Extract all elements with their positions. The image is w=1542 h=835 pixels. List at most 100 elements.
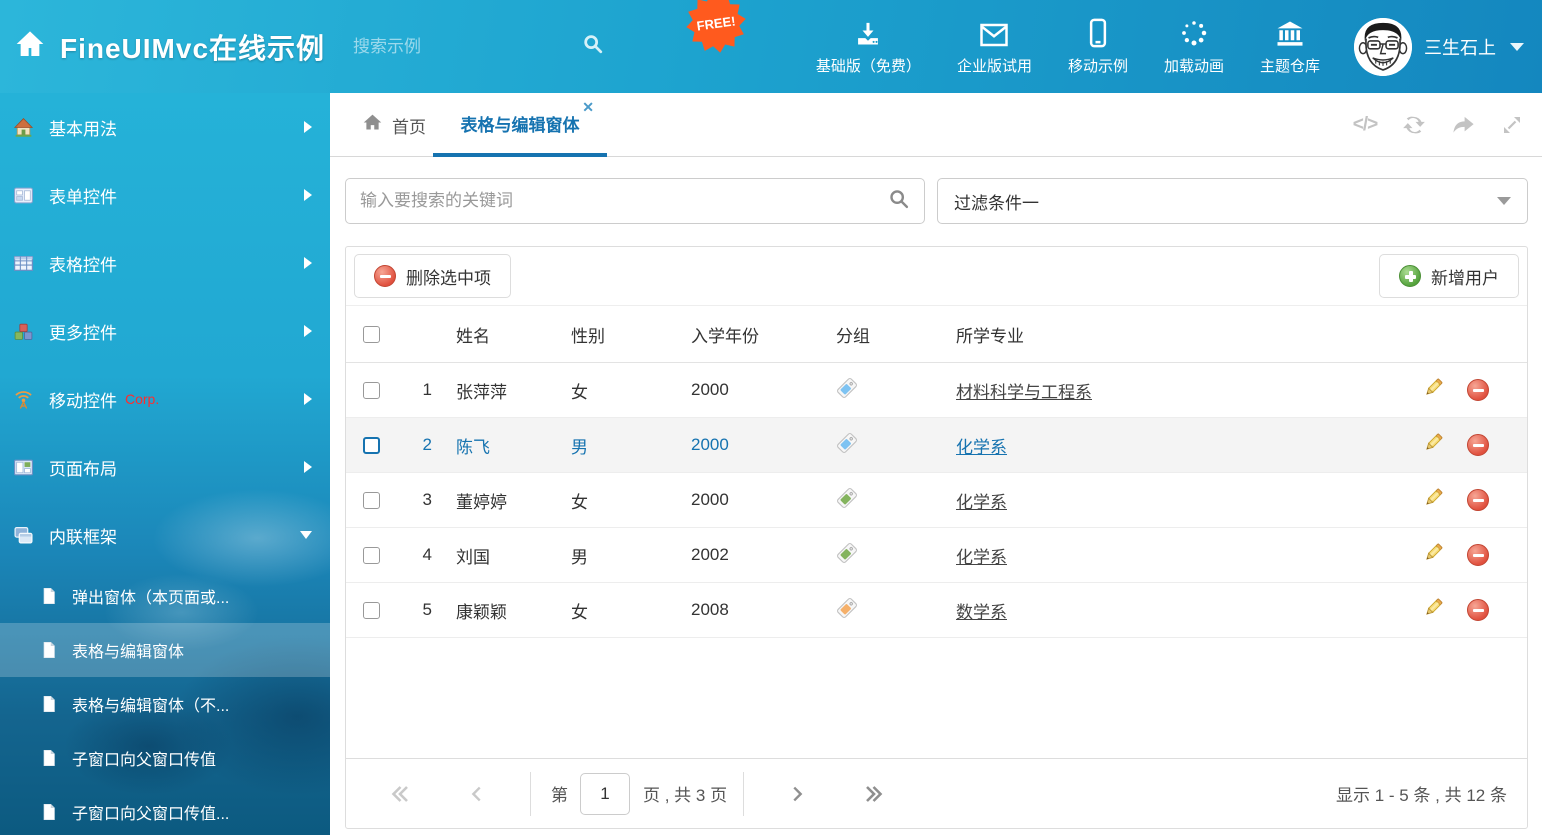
header-search[interactable] bbox=[353, 33, 558, 60]
column-major[interactable]: 所学专业 bbox=[956, 322, 1372, 347]
major-link[interactable]: 化学系 bbox=[956, 493, 1007, 512]
keyword-search-input[interactable] bbox=[360, 191, 888, 211]
sidebar-item-label: 更多控件 bbox=[49, 319, 117, 344]
sidebar-item-grid-controls[interactable]: 表格控件 bbox=[0, 229, 330, 297]
cell-name: 康颖颖 bbox=[446, 598, 571, 623]
sidebar-item-inline-frame[interactable]: 内联框架 bbox=[0, 501, 330, 569]
frames-icon bbox=[13, 525, 34, 546]
search-icon[interactable] bbox=[888, 188, 910, 215]
sidebar-item-label: 表单控件 bbox=[49, 183, 117, 208]
delete-selected-button[interactable]: 删除选中项 bbox=[354, 254, 511, 298]
grid-empty-area bbox=[346, 638, 1527, 758]
keyword-search-box[interactable] bbox=[345, 178, 925, 224]
cell-name: 张萍萍 bbox=[446, 378, 571, 403]
major-link[interactable]: 材料科学与工程系 bbox=[956, 383, 1092, 402]
close-icon[interactable]: ✕ bbox=[582, 100, 594, 114]
file-icon bbox=[40, 803, 58, 821]
chevron-down-icon bbox=[1510, 43, 1524, 51]
major-link[interactable]: 数学系 bbox=[956, 603, 1007, 622]
file-icon bbox=[40, 641, 58, 659]
download-icon bbox=[853, 18, 883, 48]
tab-grid-edit-window[interactable]: 表格与编辑窗体 ✕ bbox=[433, 93, 607, 157]
row-checkbox[interactable] bbox=[363, 437, 380, 454]
column-gender[interactable]: 性别 bbox=[571, 322, 691, 347]
divider bbox=[743, 772, 744, 816]
cell-name: 陈飞 bbox=[446, 433, 571, 458]
column-year[interactable]: 入学年份 bbox=[691, 322, 836, 347]
table-row[interactable]: 2 陈飞 男 2000 化学系 bbox=[346, 418, 1527, 473]
tag-icon bbox=[836, 597, 858, 619]
column-name[interactable]: 姓名 bbox=[446, 322, 571, 347]
edit-row-button[interactable] bbox=[1422, 541, 1445, 569]
nav-mobile-examples[interactable]: 移动示例 bbox=[1068, 18, 1128, 76]
logo[interactable]: FineUIMvc在线示例 bbox=[14, 27, 325, 67]
delete-row-button[interactable] bbox=[1467, 434, 1489, 456]
tab-home[interactable]: 首页 bbox=[362, 93, 426, 157]
edit-row-button[interactable] bbox=[1422, 486, 1445, 514]
prev-page-button[interactable] bbox=[466, 783, 488, 805]
header-nav: 基础版（免费） 企业版试用 移动示例 加载动画 bbox=[816, 18, 1320, 76]
row-number: 1 bbox=[396, 380, 446, 400]
sidebar-subitem-popup-window[interactable]: 弹出窗体（本页面或... bbox=[0, 569, 330, 623]
select-all-checkbox[interactable] bbox=[363, 326, 380, 343]
row-checkbox[interactable] bbox=[363, 602, 380, 619]
table-row[interactable]: 1 张萍萍 女 2000 材料科学与工程系 bbox=[346, 363, 1527, 418]
refresh-button[interactable] bbox=[1401, 112, 1427, 138]
open-new-window-button[interactable] bbox=[1450, 112, 1476, 138]
delete-row-button[interactable] bbox=[1467, 599, 1489, 621]
sidebar-subitem-grid-edit-window-2[interactable]: 表格与编辑窗体（不... bbox=[0, 677, 330, 731]
sidebar-item-label: 内联框架 bbox=[49, 523, 117, 548]
first-page-button[interactable] bbox=[388, 782, 412, 806]
filter-dropdown[interactable]: 过滤条件一 bbox=[937, 178, 1528, 224]
search-icon[interactable] bbox=[582, 33, 604, 60]
sidebar-subitem-grid-edit-window[interactable]: 表格与编辑窗体 bbox=[0, 623, 330, 677]
phone-icon bbox=[1089, 18, 1107, 48]
table-row[interactable]: 5 康颖颖 女 2008 数学系 bbox=[346, 583, 1527, 638]
nav-label: 企业版试用 bbox=[957, 55, 1032, 76]
header-search-input[interactable] bbox=[353, 37, 574, 57]
sidebar-item-form-controls[interactable]: 表单控件 bbox=[0, 161, 330, 229]
tag-icon bbox=[836, 542, 858, 564]
sidebar-subitem-child-to-parent-2[interactable]: 子窗口向父窗口传值... bbox=[0, 785, 330, 835]
nav-theme-store[interactable]: 主题仓库 bbox=[1260, 18, 1320, 76]
row-checkbox[interactable] bbox=[363, 547, 380, 564]
row-checkbox[interactable] bbox=[363, 492, 380, 509]
maximize-button[interactable] bbox=[1499, 112, 1525, 138]
nav-basic-edition[interactable]: 基础版（免费） bbox=[816, 18, 921, 76]
delete-row-button[interactable] bbox=[1467, 544, 1489, 566]
mail-icon bbox=[979, 18, 1009, 48]
delete-row-button[interactable] bbox=[1467, 379, 1489, 401]
sidebar-item-mobile-controls[interactable]: 移动控件 Corp. bbox=[0, 365, 330, 433]
major-link[interactable]: 化学系 bbox=[956, 548, 1007, 567]
row-checkbox[interactable] bbox=[363, 382, 380, 399]
sidebar-item-basic-usage[interactable]: 基本用法 bbox=[0, 93, 330, 161]
row-number: 4 bbox=[396, 545, 446, 565]
last-page-button[interactable] bbox=[862, 782, 886, 806]
table-row[interactable]: 3 董婷婷 女 2000 化学系 bbox=[346, 473, 1527, 528]
edit-row-button[interactable] bbox=[1422, 431, 1445, 459]
nav-label: 主题仓库 bbox=[1260, 55, 1320, 76]
sidebar-subitem-child-to-parent[interactable]: 子窗口向父窗口传值 bbox=[0, 731, 330, 785]
plus-circle-icon bbox=[1399, 265, 1421, 287]
next-page-button[interactable] bbox=[786, 783, 808, 805]
table-row[interactable]: 4 刘国 男 2002 化学系 bbox=[346, 528, 1527, 583]
user-menu[interactable]: 三生石上 bbox=[1354, 18, 1524, 76]
nav-loading-animation[interactable]: 加载动画 bbox=[1164, 18, 1224, 76]
edit-row-button[interactable] bbox=[1422, 596, 1445, 624]
cell-year: 2000 bbox=[691, 380, 836, 400]
chevron-right-icon bbox=[304, 325, 312, 337]
delete-row-button[interactable] bbox=[1467, 489, 1489, 511]
major-link[interactable]: 化学系 bbox=[956, 438, 1007, 457]
tab-bar: 首页 表格与编辑窗体 ✕ </> bbox=[330, 93, 1542, 157]
page-number-input[interactable] bbox=[580, 773, 630, 815]
column-group[interactable]: 分组 bbox=[836, 322, 956, 347]
sidebar-item-label: 基本用法 bbox=[49, 115, 117, 140]
edit-row-button[interactable] bbox=[1422, 376, 1445, 404]
sidebar-item-more-controls[interactable]: 更多控件 bbox=[0, 297, 330, 365]
nav-enterprise-trial[interactable]: 企业版试用 bbox=[957, 18, 1032, 76]
sidebar-subitem-label: 子窗口向父窗口传值 bbox=[72, 746, 216, 770]
add-user-button[interactable]: 新增用户 bbox=[1379, 254, 1519, 298]
chevron-right-icon bbox=[304, 257, 312, 269]
sidebar-item-page-layout[interactable]: 页面布局 bbox=[0, 433, 330, 501]
source-code-button[interactable]: </> bbox=[1352, 112, 1378, 138]
